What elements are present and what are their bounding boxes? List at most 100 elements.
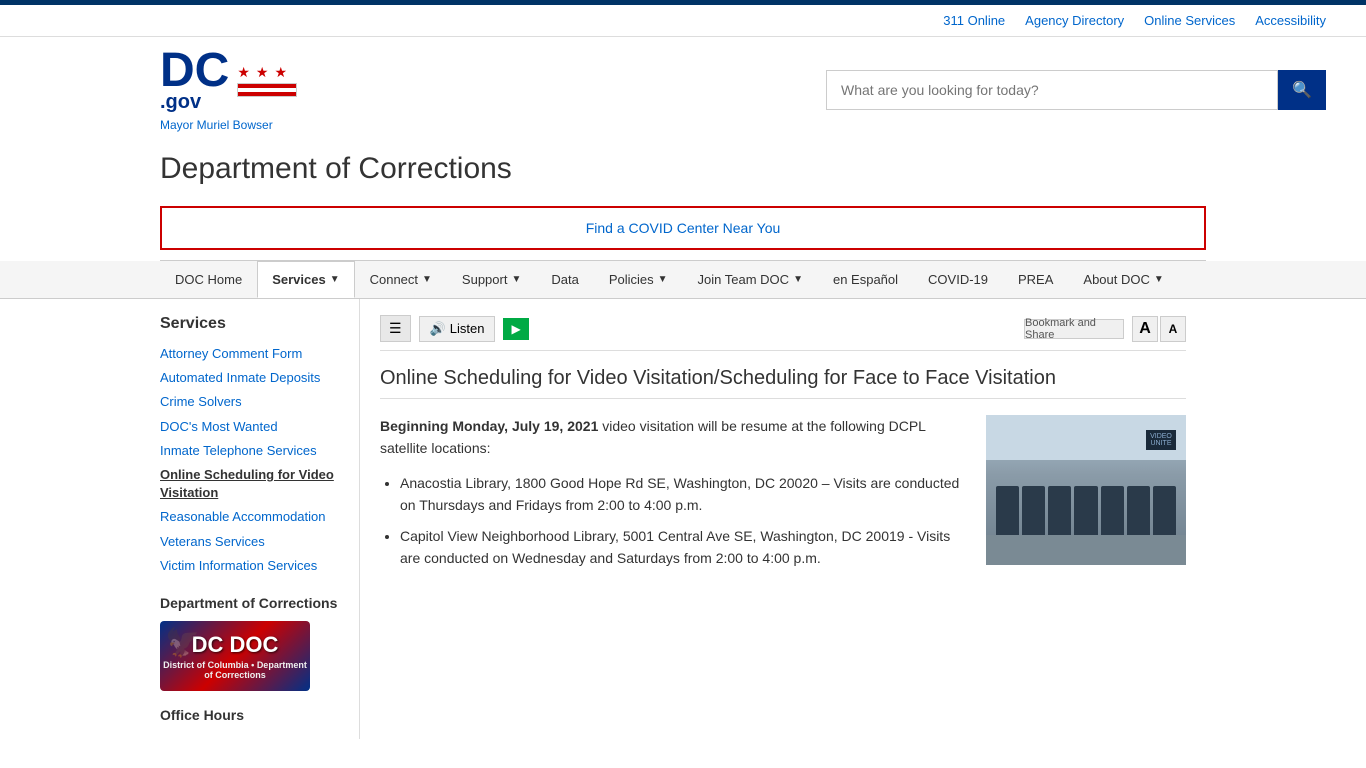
sidebar-link-reasonable-accommodation[interactable]: Reasonable Accommodation [160,509,326,524]
nav-policies-label: Policies [609,272,654,287]
dc-text: DC [160,47,229,95]
nav-en-espanol-label: en Español [833,272,898,287]
play-icon: ▶ [511,322,520,336]
nav-policies[interactable]: Policies ▼ [594,261,683,298]
list-item: Capitol View Neighborhood Library, 5001 … [400,525,966,570]
nav-about-doc[interactable]: About DOC ▼ [1068,261,1178,298]
list-item: Veterans Services [160,533,359,551]
nav-data-label: Data [551,272,578,287]
dc-flag-stripes [237,83,297,97]
article-text: Beginning Monday, July 19, 2021 video vi… [380,415,966,581]
search-input[interactable] [826,70,1278,110]
link-online-services[interactable]: Online Services [1144,13,1235,28]
star-3: ★ [274,64,287,81]
search-area: 🔍 [826,70,1326,110]
sidebar-link-automated-inmate[interactable]: Automated Inmate Deposits [160,370,320,385]
nav-join-team-doc[interactable]: Join Team DOC ▼ [683,261,818,298]
toolbar-right: Bookmark and Share A A [1024,316,1186,342]
gov-text: .gov [160,91,201,114]
sidebar-section-title: Department of Corrections [160,595,359,611]
nav-covid19[interactable]: COVID-19 [913,261,1003,298]
room-image: VIDEO UNITE [986,415,1186,565]
star-2: ★ [256,64,269,81]
search-icon: 🔍 [1292,82,1312,99]
page-title: Department of Corrections [160,152,1206,186]
room-sign: VIDEO UNITE [1146,430,1176,450]
nav-connect[interactable]: Connect ▼ [355,261,447,298]
link-accessibility[interactable]: Accessibility [1255,13,1326,28]
seat-3 [1048,486,1071,536]
seat-2 [1022,486,1045,536]
seat-5 [1101,486,1124,536]
sidebar-link-victim-information[interactable]: Victim Information Services [160,558,317,573]
article-locations-list: Anacostia Library, 1800 Good Hope Rd SE,… [400,472,966,570]
list-item: Reasonable Accommodation [160,508,359,526]
font-increase-button[interactable]: A [1132,316,1158,342]
nav-about-doc-label: About DOC [1083,272,1149,287]
room-seats [996,453,1176,536]
search-button[interactable]: 🔍 [1278,70,1326,110]
nav-prea[interactable]: PREA [1003,261,1068,298]
covid-banner-link[interactable]: Find a COVID Center Near You [586,220,781,236]
nav-data[interactable]: Data [536,261,593,298]
article-date-bold: Beginning Monday, July 19, 2021 [380,418,598,434]
nav-connect-arrow: ▼ [422,274,432,285]
list-item: Anacostia Library, 1800 Good Hope Rd SE,… [400,472,966,517]
site-header: DC .gov ★ ★ ★ Mayor Muriel Bowser 🔍 [0,37,1366,142]
list-item: DOC's Most Wanted [160,418,359,436]
listen-label: Listen [450,321,485,336]
top-links-bar: 311 Online Agency Directory Online Servi… [0,5,1366,37]
listen-button[interactable]: 🔊 Listen [419,316,496,342]
sidebar-link-veterans-services[interactable]: Veterans Services [160,534,265,549]
main-content: ☰ 🔊 Listen ▶ Bookmark and Share [360,299,1206,739]
font-decrease-button[interactable]: A [1160,316,1186,342]
content-toolbar: ☰ 🔊 Listen ▶ Bookmark and Share [380,315,1186,351]
link-311-online[interactable]: 311 Online [943,13,1005,28]
nav-about-doc-arrow: ▼ [1154,274,1164,285]
sidebar-link-attorney-comment[interactable]: Attorney Comment Form [160,346,302,361]
play-button[interactable]: ▶ [503,318,528,340]
list-item: Attorney Comment Form [160,345,359,363]
doc-eagle-icon: 🦅 [165,626,200,659]
dc-gov-logo: DC .gov ★ ★ ★ [160,47,297,114]
link-agency-directory[interactable]: Agency Directory [1025,13,1124,28]
covid-banner: Find a COVID Center Near You [160,206,1206,250]
font-large-label: A [1139,320,1151,338]
bookmark-share-area: Bookmark and Share [1024,319,1124,339]
bookmark-label: Bookmark and Share [1025,317,1123,341]
list-icon: ☰ [389,320,402,336]
bookmark-share-widget[interactable]: Bookmark and Share [1024,319,1124,339]
mayor-link[interactable]: Mayor Muriel Bowser [160,118,273,132]
list-view-button[interactable]: ☰ [380,315,411,342]
sidebar-link-crime-solvers[interactable]: Crime Solvers [160,394,242,409]
sidebar-link-docs-most-wanted[interactable]: DOC's Most Wanted [160,419,278,434]
speaker-icon: 🔊 [430,321,446,337]
sidebar-link-online-scheduling[interactable]: Online Scheduling for Video Visitation [160,467,334,500]
nav-covid19-label: COVID-19 [928,272,988,287]
nav-prea-label: PREA [1018,272,1053,287]
nav-support[interactable]: Support ▼ [447,261,536,298]
article-intro-paragraph: Beginning Monday, July 19, 2021 video vi… [380,415,966,460]
list-item: Inmate Telephone Services [160,442,359,460]
nav-services-arrow: ▼ [330,274,340,285]
list-item: Online Scheduling for Video Visitation [160,466,359,502]
nav-services-label: Services [272,272,326,287]
nav-support-arrow: ▼ [511,274,521,285]
location-1: Anacostia Library, 1800 Good Hope Rd SE,… [400,475,959,513]
sidebar-link-inmate-telephone[interactable]: Inmate Telephone Services [160,443,317,458]
article-body: Beginning Monday, July 19, 2021 video vi… [380,415,1186,581]
logo-area: DC .gov ★ ★ ★ Mayor Muriel Bowser [160,47,297,132]
page-title-area: Department of Corrections [0,142,1366,196]
office-hours-label: Office Hours [160,707,359,723]
font-small-label: A [1169,322,1178,336]
nav-en-espanol[interactable]: en Español [818,261,913,298]
seat-1 [996,486,1019,536]
nav-doc-home[interactable]: DOC Home [160,261,257,298]
doc-logo-area: DC DOC District of Columbia • Department… [160,621,359,691]
room-floor [986,535,1186,565]
content-wrapper: Services Attorney Comment Form Automated… [0,299,1366,739]
nav-services[interactable]: Services ▼ [257,261,354,298]
nav-policies-arrow: ▼ [658,274,668,285]
seat-7 [1153,486,1176,536]
article-image: VIDEO UNITE [986,415,1186,565]
